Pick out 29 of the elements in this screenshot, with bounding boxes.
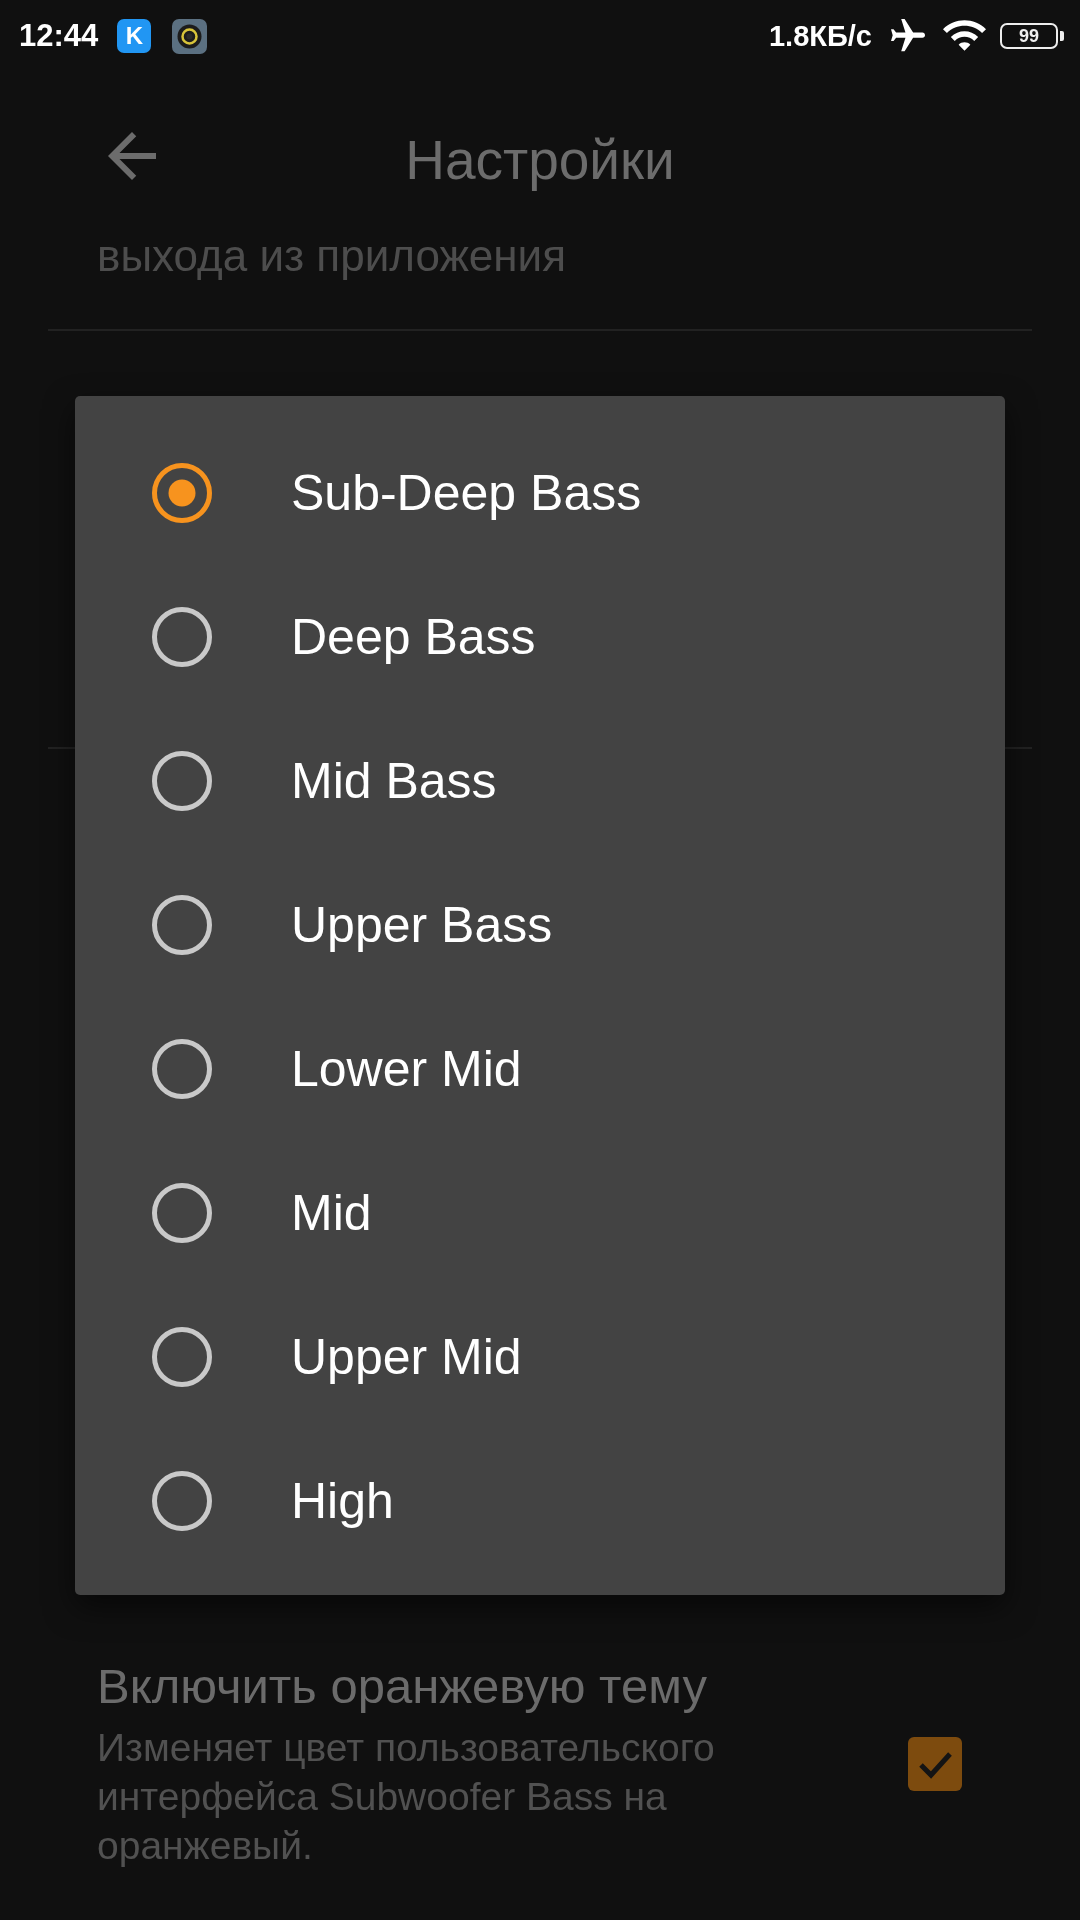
letter-app-icon: K — [117, 19, 152, 53]
radio-button-icon[interactable] — [152, 1183, 212, 1243]
radio-option[interactable]: Lower Mid — [75, 997, 1005, 1141]
radio-option[interactable]: Mid — [75, 1141, 1005, 1285]
network-speed: 1.8КБ/с — [768, 19, 872, 53]
radio-button-icon[interactable] — [152, 751, 212, 811]
radio-button-icon[interactable] — [152, 463, 212, 523]
radio-button-icon[interactable] — [152, 1471, 212, 1531]
radio-button-icon[interactable] — [152, 1327, 212, 1387]
status-time: 12:44 — [19, 18, 99, 54]
radio-button-icon[interactable] — [152, 895, 212, 955]
radio-option[interactable]: Mid Bass — [75, 709, 1005, 853]
radio-button-icon[interactable] — [152, 1039, 212, 1099]
back-arrow-icon[interactable] — [108, 132, 156, 180]
radio-option[interactable]: High — [75, 1429, 1005, 1573]
checkbox[interactable] — [908, 1736, 962, 1791]
radio-button-icon[interactable] — [152, 607, 212, 667]
setting-summary: выхода из приложения — [97, 232, 566, 280]
screen-title: Настройки — [405, 128, 675, 192]
speaker-app-icon — [172, 18, 208, 54]
radio-option[interactable]: Deep Bass — [75, 565, 1005, 709]
radio-option[interactable]: Upper Bass — [75, 853, 1005, 997]
setting-title: Включить оранжевую тему — [97, 1658, 707, 1715]
airplane-icon — [891, 19, 925, 53]
battery-percent: 99 — [1019, 27, 1039, 45]
radio-option[interactable]: Sub-Deep Bass — [75, 421, 1005, 565]
radio-option[interactable]: Upper Mid — [75, 1285, 1005, 1429]
setting-summary: Изменяет цвет пользовательского интерфейса Subwoofer Bass на оранжевый. — [97, 1725, 716, 1869]
wifi-icon — [943, 19, 986, 53]
